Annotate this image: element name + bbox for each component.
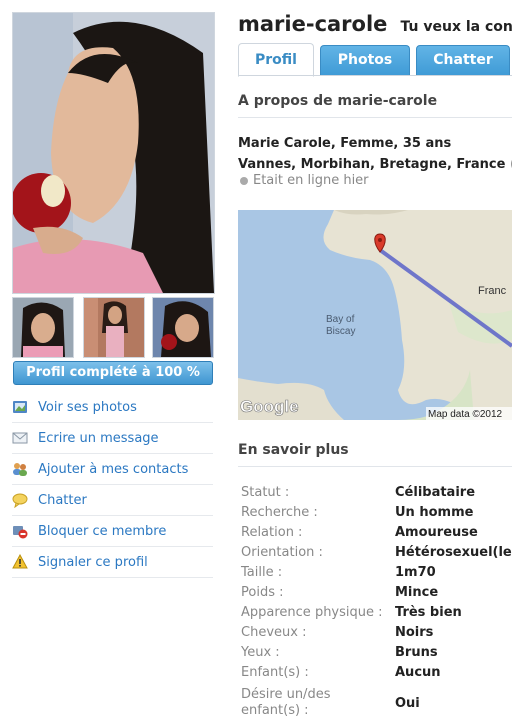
tab-photos[interactable]: Photos [320,45,410,75]
detail-value: Célibataire [395,484,476,500]
detail-label: Désire un/des enfant(s) : [241,687,331,718]
detail-row: Cheveux : Noirs [241,622,512,642]
online-status: Etait en ligne hier [240,173,369,188]
action-label: Ajouter à mes contacts [38,461,189,477]
location-map[interactable]: Bay of Biscay Franc Google Map data ©201… [238,210,512,420]
action-label: Bloquer ce membre [38,523,167,539]
more-heading: En savoir plus [238,442,512,467]
detail-row: Taille : 1m70 [241,562,512,582]
username: marie-carole [238,12,388,36]
detail-value: Oui [395,695,420,711]
thumbnail-image [153,298,213,357]
member-location-line: Vannes, Morbihan, Bretagne, France ( [238,154,512,175]
write-message-link[interactable]: Ecrire un message [12,423,213,454]
map-label-biscay: Biscay [326,326,355,337]
photo-thumbnail-3[interactable] [152,297,214,358]
block-icon [13,526,28,539]
status-dot-icon [240,176,248,185]
thumbnail-image [13,298,73,357]
action-label: Signaler ce profil [38,554,148,570]
detail-value: Bruns [395,644,438,660]
member-location: Vannes, Morbihan, Bretagne, France [238,157,506,172]
tab-profil[interactable]: Profil [238,43,314,77]
detail-value: Un homme [395,504,474,520]
profile-tabs: Profil Photos Chatter [238,43,512,77]
detail-label: Cheveux : [241,624,307,640]
thumbnail-image [84,298,144,357]
about-heading: A propos de marie-carole [238,93,512,118]
detail-label: Statut : [241,484,290,500]
map-attribution: Map data ©2012 [428,409,503,420]
photo-thumbnail-2[interactable] [83,297,145,358]
detail-label: Apparence physique : [241,604,383,620]
member-identity: Marie Carole, Femme, 35 ans [238,136,452,151]
action-label: Ecrire un message [38,430,159,446]
map-brand: Google [240,397,299,416]
detail-value: Mince [395,584,439,600]
member-summary: Marie Carole, Femme, 35 ans Vannes, Morb… [238,133,512,175]
portrait-image [13,13,214,293]
detail-label: Taille : [241,564,283,580]
action-label: Chatter [38,492,87,508]
detail-row: Recherche : Un homme [241,502,512,522]
warning-icon [12,554,28,569]
image-icon [13,401,27,413]
detail-row: Enfant(s) : Aucun [241,662,512,682]
detail-value: Amoureuse [395,524,478,540]
add-contact-icon [13,463,27,476]
detail-row: Statut : Célibataire [241,482,512,502]
detail-label: Recherche : [241,504,318,520]
map-label-country: Franc [478,285,507,297]
envelope-icon [12,432,28,444]
tab-chatter[interactable]: Chatter [416,45,510,75]
chat-link[interactable]: Chatter [12,485,213,516]
photo-thumbnail-1[interactable] [12,297,74,358]
tab-divider [238,75,512,76]
main-profile-photo[interactable] [12,12,215,294]
detail-label: Poids : [241,584,284,600]
view-photos-link[interactable]: Voir ses photos [12,392,213,423]
detail-label: Relation : [241,524,303,540]
detail-row: Apparence physique : Très bien [241,602,512,622]
detail-value: Hétérosexuel(le [395,544,512,560]
profile-tagline: Tu veux la cont [400,19,512,35]
map-image: Bay of Biscay Franc Google Map data ©201… [238,210,512,420]
detail-value: Très bien [395,604,462,620]
profile-completion-bar: Profil complété à 100 % [13,361,213,385]
profile-actions-list: Voir ses photos Ecrire un message Ajoute… [12,392,213,578]
detail-value: 1m70 [395,564,436,580]
detail-row: Orientation : Hétérosexuel(le [241,542,512,562]
report-profile-link[interactable]: Signaler ce profil [12,547,213,578]
action-label: Voir ses photos [38,399,137,415]
detail-label: Yeux : [241,644,280,660]
detail-label: Orientation : [241,544,323,560]
detail-value: Noirs [395,624,434,640]
map-label-bay: Bay of [326,314,355,325]
detail-row: Relation : Amoureuse [241,522,512,542]
detail-value: Aucun [395,664,441,680]
chat-bubble-icon [12,493,28,508]
detail-row: Yeux : Bruns [241,642,512,662]
add-contact-link[interactable]: Ajouter à mes contacts [12,454,213,485]
detail-label: Enfant(s) : [241,664,309,680]
profile-title: marie-carole Tu veux la cont [238,12,512,36]
details-list: Statut : Célibataire Recherche : Un homm… [241,482,512,720]
block-member-link[interactable]: Bloquer ce membre [12,516,213,547]
online-status-text: Etait en ligne hier [253,173,369,188]
detail-row: Poids : Mince [241,582,512,602]
